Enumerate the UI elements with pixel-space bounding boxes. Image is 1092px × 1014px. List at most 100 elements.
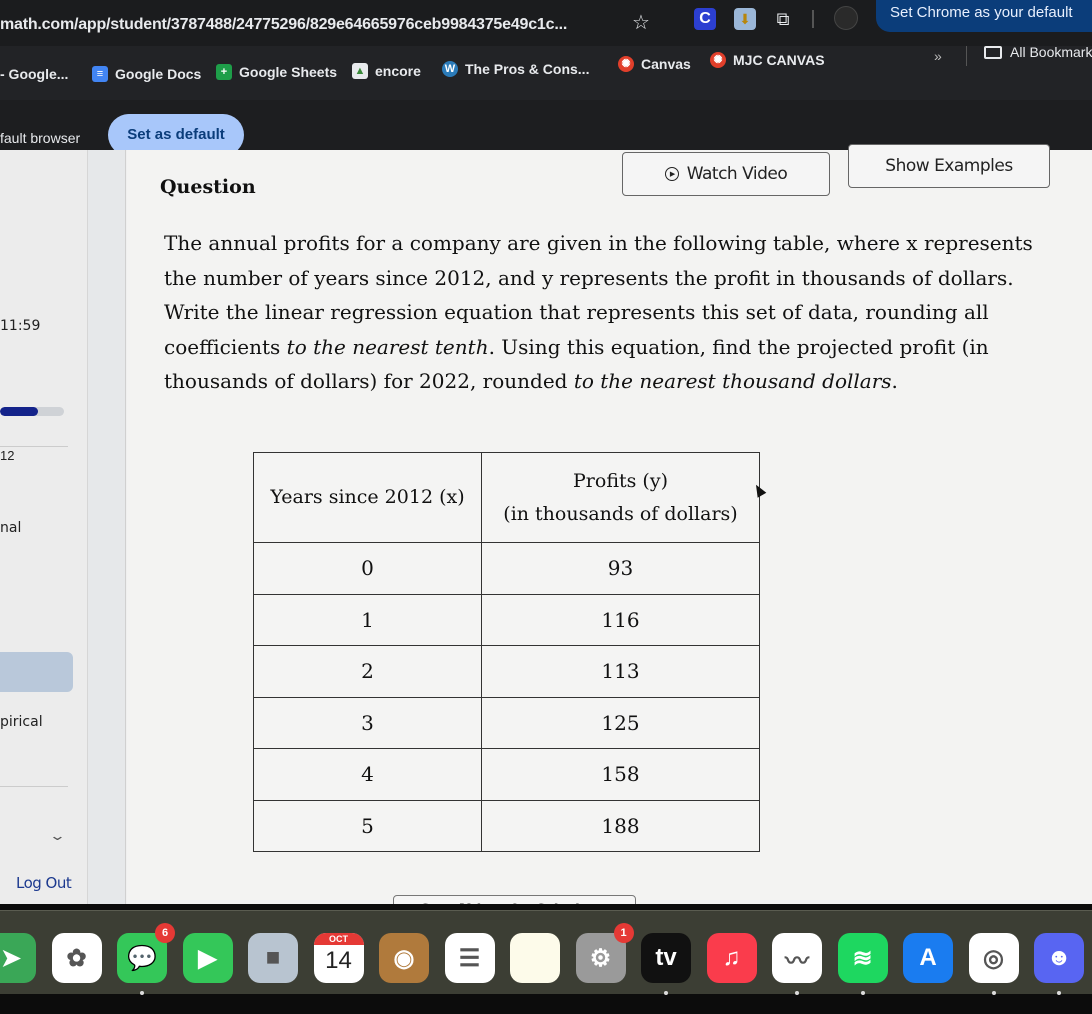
header-profits-line2: (in thousands of dollars) — [503, 502, 738, 525]
contacts-icon[interactable]: ◉ — [379, 933, 429, 983]
reminders-icon[interactable]: ☰ — [444, 933, 495, 983]
data-table: Years since 2012 (x) Profits (y) (in tho… — [253, 452, 760, 852]
roblox-icon[interactable]: ■ — [248, 933, 298, 983]
table-header-row: Years since 2012 (x) Profits (y) (in tho… — [253, 452, 760, 543]
cell-years: 0 — [253, 542, 482, 595]
app-glyph: ■ — [265, 944, 281, 971]
cell-profit: 188 — [481, 799, 760, 852]
progress-bar-fill — [0, 407, 39, 416]
messages-icon[interactable]: 💬 6 — [117, 923, 175, 995]
bookmark-pros-cons[interactable]: W The Pros & Cons... — [442, 61, 589, 77]
infobar-message: fault browser — [0, 130, 81, 146]
sidebar-divider — [0, 446, 68, 447]
chrome-icon[interactable]: ◎ — [968, 933, 1019, 995]
app-glyph: ☻ — [1046, 944, 1072, 971]
music-icon[interactable]: ♫ — [706, 933, 757, 983]
macos-dock-area: ➤ ✿ 💬 6 ▶ ■ OCT 14 ◉ ☰ ⚙ 1 tv ♫ 〰 ≋ A ◎ ☻ — [0, 904, 1092, 1014]
app-glyph: 〰 — [785, 947, 809, 975]
header-profits-line1: Profits (y) — [573, 469, 668, 492]
maps-icon[interactable]: ➤ — [0, 933, 36, 983]
system-settings-icon[interactable]: ⚙ 1 — [575, 923, 634, 983]
due-time: 11:59 — [0, 318, 41, 334]
canvas-icon: ✺ — [618, 56, 634, 72]
bookmark-canvas[interactable]: ✺ Canvas — [618, 56, 691, 72]
progress-bar — [0, 407, 64, 416]
calendar-icon[interactable]: OCT 14 — [313, 933, 364, 983]
running-indicator — [664, 991, 668, 995]
sidebar-item-selected[interactable] — [0, 652, 73, 692]
question-panel: Question ▶ Watch Video Show Examples The… — [127, 144, 1092, 925]
app-glyph: tv — [655, 944, 677, 971]
header-years: Years since 2012 (x) — [253, 452, 482, 543]
all-bookmarks-button[interactable]: All Bookmarks — [984, 44, 1092, 60]
app-store-icon[interactable]: A — [903, 933, 953, 983]
extensions-puzzle-icon[interactable]: ⧉ — [772, 8, 794, 30]
sidebar-item-final[interactable]: nal — [0, 520, 21, 536]
all-bookmarks-label: All Bookmarks — [1010, 44, 1092, 60]
logout-link[interactable]: Log Out — [16, 874, 72, 892]
folder-icon — [984, 45, 1002, 59]
spotify-icon[interactable]: ≋ — [837, 933, 888, 995]
watch-video-label: Watch Video — [686, 164, 788, 184]
table-row: 5 188 — [253, 799, 760, 852]
macos-dock: ➤ ✿ 💬 6 ▶ ■ OCT 14 ◉ ☰ ⚙ 1 tv ♫ 〰 ≋ A ◎ ☻ — [0, 910, 1092, 995]
set-chrome-default-banner[interactable]: Set Chrome as your default — [876, 0, 1092, 32]
bookmark-label: The Pros & Cons... — [465, 61, 590, 77]
cell-profit: 113 — [481, 645, 760, 698]
sidebar-item-empirical[interactable]: pirical — [0, 714, 43, 730]
notification-badge: 1 — [613, 923, 634, 943]
running-indicator — [1057, 991, 1061, 995]
bookmark-star-icon[interactable]: ☆ — [632, 10, 650, 35]
sidebar: 11:59 12 nal pirical ⌄ Log Out — [0, 150, 88, 912]
notes-icon[interactable] — [510, 933, 560, 983]
facetime-icon[interactable]: ▶ — [182, 933, 233, 983]
header-profits: Profits (y) (in thousands of dollars) — [481, 452, 760, 543]
wordpress-icon: W — [442, 61, 458, 77]
table-row: 4 158 — [253, 748, 760, 801]
freeform-icon[interactable]: 〰 — [772, 933, 822, 995]
encore-icon: ▲ — [352, 63, 368, 79]
app-glyph: ♫ — [722, 944, 741, 971]
table-row: 2 113 — [253, 645, 760, 698]
c-extension-icon[interactable]: C — [694, 8, 716, 30]
discord-icon[interactable]: ☻ — [1034, 933, 1084, 995]
watch-video-button[interactable]: ▶ Watch Video — [622, 152, 830, 196]
bookmark-google-docs[interactable]: ≡ Google Docs — [92, 66, 201, 82]
chevron-down-icon[interactable]: ⌄ — [49, 828, 66, 844]
bookmark-mjc-canvas[interactable]: ✺ MJC CANVAS — [710, 52, 825, 68]
running-indicator — [795, 991, 799, 995]
play-circle-icon: ▶ — [664, 167, 679, 181]
cell-years: 1 — [253, 593, 482, 646]
bookmark-google[interactable]: - Google... — [0, 66, 68, 82]
sidebar-divider — [0, 786, 68, 787]
profile-avatar[interactable] — [834, 6, 858, 30]
address-bar-row: math.com/app/student/3787488/24775296/82… — [0, 0, 1092, 46]
photos-icon[interactable]: ✿ — [51, 933, 102, 983]
question-prompt: The annual profits for a company are giv… — [164, 226, 1064, 399]
table-row: 3 125 — [253, 696, 760, 749]
app-glyph: ✿ — [66, 944, 87, 972]
url-field[interactable]: math.com/app/student/3787488/24775296/82… — [0, 16, 567, 34]
app-glyph: ➤ — [0, 944, 22, 972]
bookmark-google-sheets[interactable]: + Google Sheets — [216, 64, 337, 80]
sidebar-number: 12 — [0, 448, 15, 463]
app-glyph: ≋ — [852, 944, 873, 972]
show-examples-button[interactable]: Show Examples — [848, 144, 1050, 188]
cell-profit: 93 — [481, 542, 760, 595]
prompt-emphasis: to the nearest tenth — [286, 334, 489, 359]
apple-tv-icon[interactable]: tv — [641, 933, 691, 995]
cell-years: 2 — [253, 645, 482, 698]
bookmark-label: Google Sheets — [239, 64, 338, 80]
cell-profit: 158 — [481, 748, 760, 801]
bookmark-encore[interactable]: ▲ encore — [352, 63, 421, 79]
table-row: 0 93 — [253, 542, 760, 595]
calendar-month: OCT — [313, 933, 364, 945]
app-glyph: ◎ — [983, 944, 1004, 972]
cell-profit: 116 — [481, 593, 760, 646]
toolbar-divider — [812, 10, 814, 28]
more-bookmarks-chevron-icon[interactable]: » — [934, 48, 942, 64]
bookmark-extension-icon[interactable]: ⬇ — [734, 8, 756, 30]
google-docs-icon: ≡ — [92, 66, 108, 82]
canvas-icon: ✺ — [710, 52, 726, 68]
sidebar-gutter — [88, 150, 126, 912]
